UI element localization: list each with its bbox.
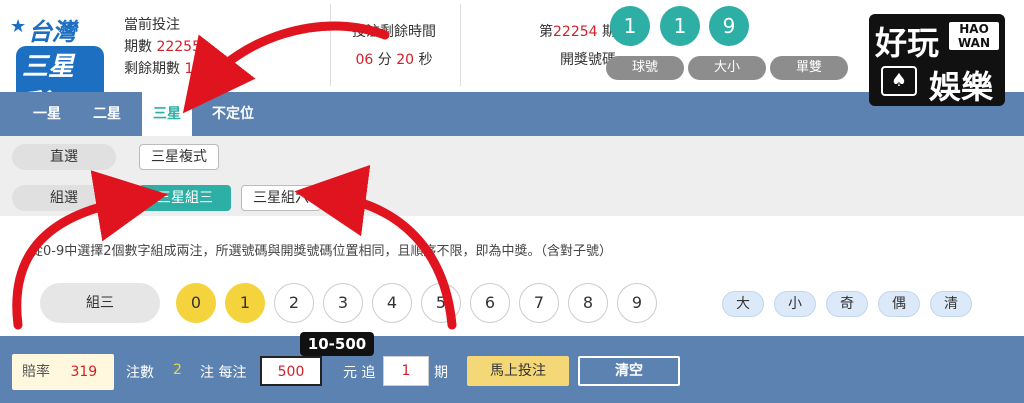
clear-button[interactable]: 清空 bbox=[578, 356, 680, 386]
remain-count: 1 bbox=[184, 61, 194, 77]
cards-icon: ♠ bbox=[881, 66, 917, 96]
brand-cn1: 好玩 bbox=[875, 24, 940, 62]
draw-ball: 1 bbox=[660, 6, 700, 46]
brand-logo: 好玩 HAO WAN ♠ 娛樂 bbox=[869, 14, 1005, 106]
place-bet-button[interactable]: 馬上投注 bbox=[467, 356, 569, 386]
tab-unfixed[interactable]: 不定位 bbox=[202, 92, 264, 136]
issue-period-row: 期數 22255 bbox=[124, 36, 212, 58]
brand-cn2: 娛樂 bbox=[929, 68, 994, 106]
chase-period-label: 期 bbox=[434, 365, 448, 381]
number-ball-5[interactable]: 5 bbox=[421, 283, 461, 323]
brand-en: HAO WAN bbox=[949, 22, 999, 50]
number-ball-6[interactable]: 6 bbox=[470, 283, 510, 323]
big-small-button[interactable]: 大小 bbox=[688, 56, 766, 80]
number-ball-1[interactable]: 1 bbox=[225, 283, 265, 323]
rule-text: 從0-9中選擇2個數字組成兩注，所選號碼與開獎號碼位置相同，且順序不限，即為中獎… bbox=[30, 244, 613, 259]
number-ball-4[interactable]: 4 bbox=[372, 283, 412, 323]
group-label: 組選 bbox=[12, 185, 116, 211]
quick-clear-button[interactable]: 清 bbox=[930, 291, 972, 317]
remain-label: 剩餘期數 bbox=[124, 61, 180, 77]
odd-even-button[interactable]: 單雙 bbox=[770, 56, 848, 80]
issue-period-label: 期數 bbox=[124, 39, 152, 55]
issue-period: 22255 bbox=[156, 39, 201, 55]
odds-box: 賠率 319 bbox=[12, 354, 114, 390]
minutes-unit: 分 bbox=[377, 52, 392, 68]
count-label: 注數 bbox=[126, 365, 154, 381]
bet-count: 2 bbox=[173, 362, 182, 378]
logo: ★ 台灣 三星彩 bbox=[10, 12, 104, 120]
draw-label: 開獎號碼 bbox=[560, 52, 616, 68]
countdown: 投注剩餘時間 06 分 20 秒 bbox=[352, 18, 436, 74]
countdown-minutes: 06 bbox=[355, 52, 374, 68]
bet-footer: 賠率 319 注數 2 注 每注 500 元 追 1 期 馬上投注 清空 bbox=[0, 342, 1024, 403]
draw-ball: 1 bbox=[610, 6, 650, 46]
remain-suffix: 期 bbox=[197, 61, 212, 77]
quick-odd-button[interactable]: 奇 bbox=[826, 291, 868, 317]
last-draw: 第22254 期 開獎號碼 bbox=[514, 18, 616, 74]
ball-number-button[interactable]: 球號 bbox=[606, 56, 684, 80]
direct-label: 直選 bbox=[12, 144, 116, 170]
group-six-option[interactable]: 三星組六 bbox=[241, 185, 321, 211]
amount-input[interactable]: 500 bbox=[260, 356, 322, 386]
odds-value: 319 bbox=[70, 364, 98, 380]
number-ball-3[interactable]: 3 bbox=[323, 283, 363, 323]
countdown-seconds: 20 bbox=[396, 52, 415, 68]
number-ball-7[interactable]: 7 bbox=[519, 283, 559, 323]
issue-remain-row: 剩餘期數 1 期 bbox=[124, 58, 212, 80]
star-icon: ★ bbox=[10, 16, 27, 37]
unit-chase-label: 元 追 bbox=[343, 365, 376, 381]
divider bbox=[460, 4, 461, 86]
number-ball-8[interactable]: 8 bbox=[568, 283, 608, 323]
issue-label: 當前投注 bbox=[124, 17, 180, 33]
seconds-unit: 秒 bbox=[418, 52, 433, 68]
logo-line1: 台灣 bbox=[28, 18, 76, 46]
quick-big-button[interactable]: 大 bbox=[722, 291, 764, 317]
tab-three-star[interactable]: 三星 bbox=[142, 92, 192, 136]
draw-period: 第22254 期 bbox=[514, 18, 616, 46]
divider bbox=[330, 4, 331, 86]
number-ball-0[interactable]: 0 bbox=[176, 283, 216, 323]
countdown-value: 06 分 20 秒 bbox=[352, 46, 436, 74]
chase-input[interactable]: 1 bbox=[383, 356, 429, 386]
tab-two-star[interactable]: 二星 bbox=[82, 92, 132, 136]
number-ball-9[interactable]: 9 bbox=[617, 283, 657, 323]
odds-label: 賠率 bbox=[22, 364, 50, 380]
draw-prefix: 第 bbox=[539, 24, 553, 40]
group-three-option[interactable]: 三星組三 bbox=[139, 185, 231, 211]
number-ball-2[interactable]: 2 bbox=[274, 283, 314, 323]
amount-range-tooltip: 10-500 bbox=[300, 332, 374, 356]
current-issue: 當前投注 期數 22255 剩餘期數 1 期 bbox=[124, 14, 212, 80]
picker-label: 組三 bbox=[40, 283, 160, 323]
tab-one-star[interactable]: 一星 bbox=[22, 92, 72, 136]
quick-small-button[interactable]: 小 bbox=[774, 291, 816, 317]
countdown-label: 投注剩餘時間 bbox=[352, 24, 436, 40]
quick-even-button[interactable]: 偶 bbox=[878, 291, 920, 317]
draw-number: 22254 bbox=[553, 24, 598, 40]
draw-ball: 9 bbox=[709, 6, 749, 46]
per-bet-label: 注 每注 bbox=[200, 365, 247, 381]
three-star-multi-option[interactable]: 三星複式 bbox=[139, 144, 219, 170]
